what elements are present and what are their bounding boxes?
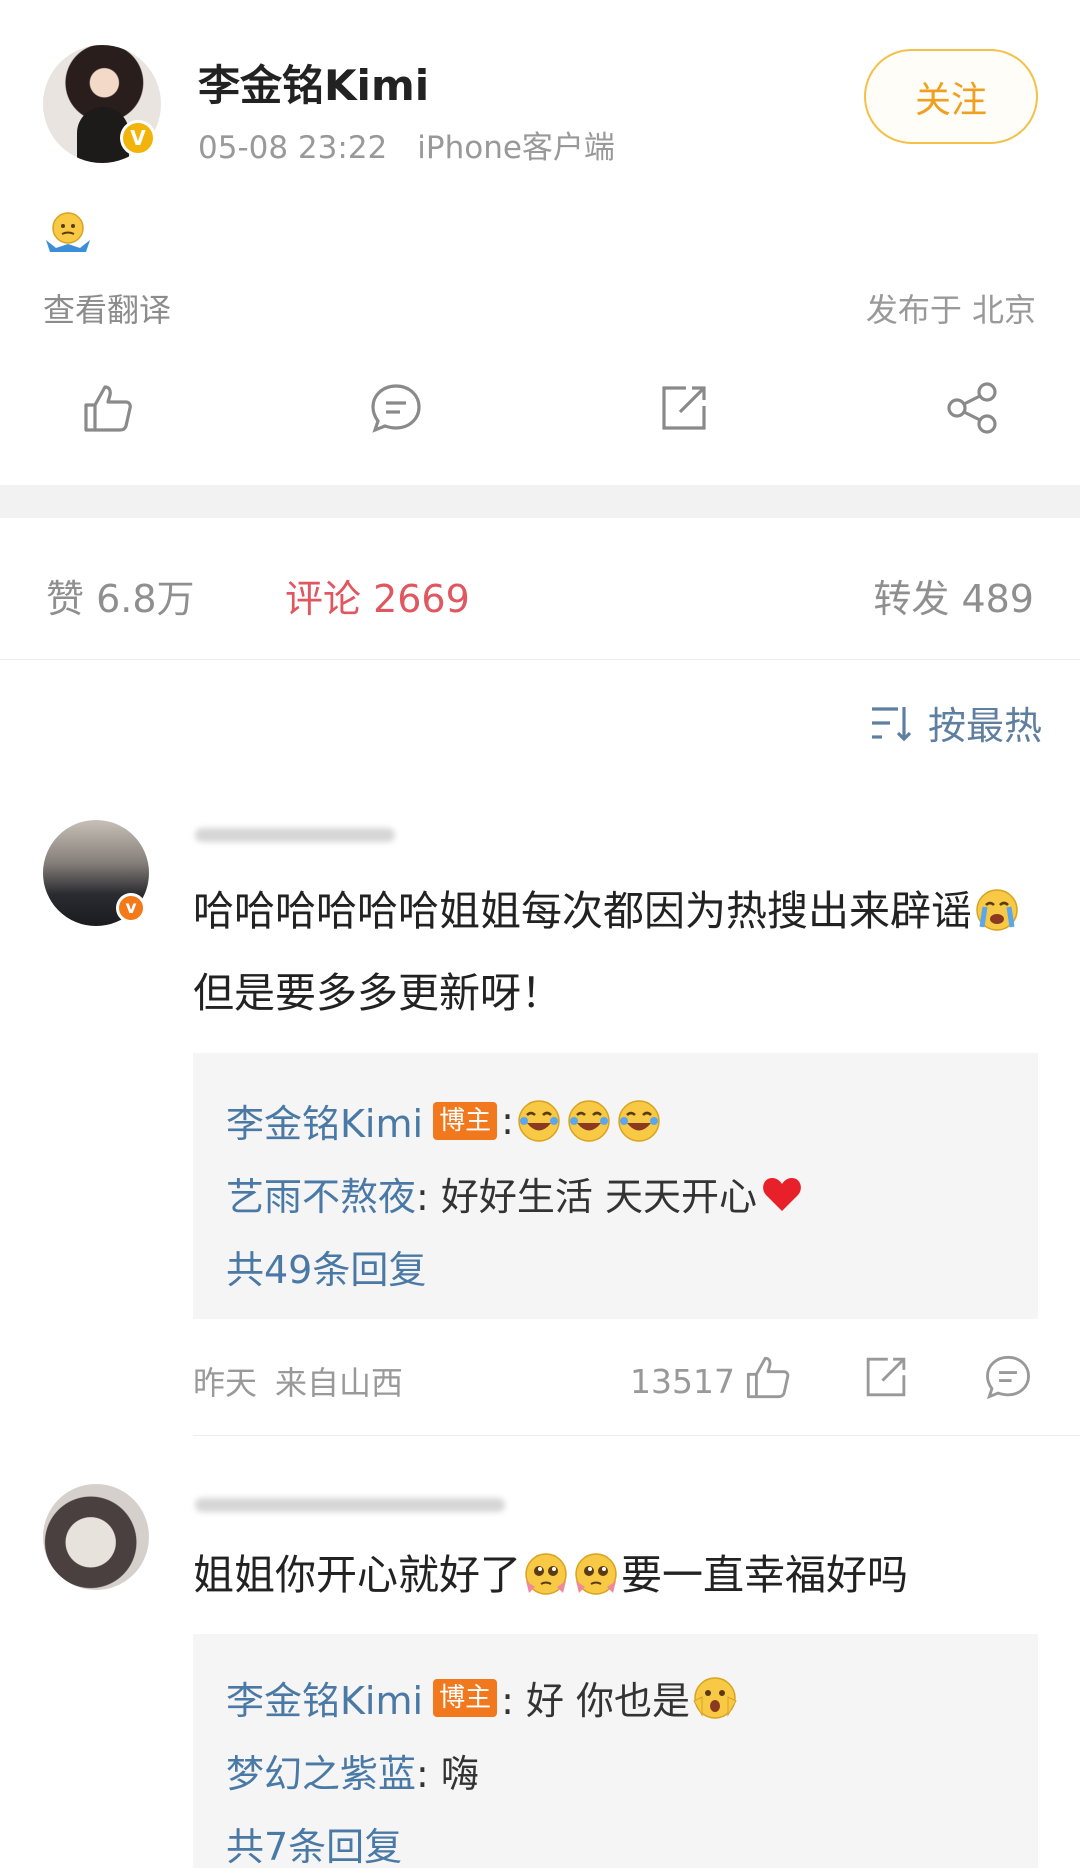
comment-icon[interactable]: [368, 380, 424, 436]
reply-item: 李金铭Kimi 博主 :: [226, 1093, 664, 1148]
tab-likes[interactable]: 赞 6.8万: [46, 568, 195, 623]
reply-text: :: [501, 1098, 514, 1143]
reply-item: 李金铭Kimi 博主 : 好 你也是: [226, 1670, 740, 1725]
heart-icon: [763, 1177, 801, 1211]
comment-footer: 昨天 来自山西 13517: [193, 1350, 1038, 1410]
reply-author[interactable]: 艺雨不熬夜: [226, 1166, 416, 1221]
comment-text: 哈哈哈哈哈哈姐姐每次都因为热搜出来辟谣 但是要多多更新呀！: [193, 870, 1043, 1034]
comment-text-part: 姐姐你开心就好了: [193, 1551, 521, 1599]
comment-location: 来自山西: [275, 1364, 404, 1402]
shrug-emoji-icon: [46, 212, 90, 252]
author-name[interactable]: 李金铭Kimi: [198, 52, 429, 113]
repost-icon[interactable]: [656, 380, 712, 436]
sort-button[interactable]: 按最热: [870, 695, 1042, 750]
laughing-emoji-icon: [518, 1099, 560, 1142]
follow-button[interactable]: 关注: [864, 49, 1038, 144]
sort-label: 按最热: [927, 704, 1042, 748]
owner-tag: 博主: [433, 1101, 498, 1140]
post-location: 发布于 北京: [865, 291, 1036, 329]
replies-box[interactable]: 李金铭Kimi 博主 : 好 你也是 梦幻之紫蓝 : 嗨 共7条回复: [193, 1634, 1038, 1868]
laughing-emoji-icon: [568, 1099, 610, 1142]
sort-icon: [871, 706, 912, 741]
like-count: 13517: [630, 1362, 735, 1401]
tab-reposts[interactable]: 转发 489: [873, 568, 1034, 623]
like-icon[interactable]: [80, 380, 136, 436]
comment-time: 昨天: [193, 1364, 258, 1402]
comment-text: 姐姐你开心就好了 要一直幸福好吗: [193, 1534, 1043, 1616]
divider: [193, 1435, 1080, 1436]
reply-item: 艺雨不熬夜 : 好好生活 天天开心: [226, 1166, 807, 1221]
comment-text-part: 哈哈哈哈哈哈姐姐每次都因为热搜出来辟谣: [193, 887, 972, 935]
post-meta: 05-08 23:22 iPhone客户端: [198, 122, 615, 167]
scared-emoji-icon: [693, 1676, 737, 1719]
repost-icon[interactable]: [861, 1352, 911, 1402]
translate-link[interactable]: 查看翻译: [43, 285, 171, 331]
section-gap: [0, 485, 1080, 518]
owner-tag: 博主: [433, 1678, 498, 1717]
more-replies-link[interactable]: 共49条回复: [226, 1239, 426, 1294]
reply-author[interactable]: 梦幻之紫蓝: [226, 1743, 416, 1798]
commenter-avatar[interactable]: [43, 1484, 149, 1590]
comment-text-part: 但是要多多更新呀！: [193, 969, 562, 1017]
reply-text: : 好好生活 天天开心: [416, 1175, 757, 1219]
share-icon[interactable]: [944, 380, 1000, 436]
commenter-name-blurred[interactable]: [195, 1498, 505, 1512]
replies-box[interactable]: 李金铭Kimi 博主 : 艺雨不熬夜 : 好好生活 天天开心 共49条回复: [193, 1053, 1038, 1319]
post-card: V 李金铭Kimi 05-08 23:22 iPhone客户端 关注 查看翻译 发…: [0, 0, 1080, 485]
pleading-emoji-icon: [575, 1553, 617, 1595]
post-time: 05-08 23:22: [198, 130, 388, 166]
stats-bar: 赞 6.8万 评论 2669 转发 489: [0, 518, 1080, 660]
comment-meta: 昨天 来自山西: [193, 1358, 403, 1404]
verified-badge-icon: v: [116, 893, 146, 923]
crying-emoji-icon: [976, 889, 1018, 931]
more-replies-link[interactable]: 共7条回复: [226, 1816, 402, 1868]
reply-author[interactable]: 李金铭Kimi: [226, 1670, 423, 1725]
laughing-emoji-icon: [618, 1099, 660, 1142]
like-icon[interactable]: [743, 1352, 793, 1402]
reply-text: : 好 你也是: [501, 1679, 691, 1723]
verified-badge-icon: V: [120, 120, 156, 156]
post-source: iPhone客户端: [417, 130, 615, 166]
tab-comments[interactable]: 评论 2669: [285, 568, 470, 623]
reply-text: : 嗨: [416, 1752, 479, 1796]
comment-text-part: 要一直幸福好吗: [621, 1551, 908, 1599]
reply-author[interactable]: 李金铭Kimi: [226, 1093, 423, 1148]
commenter-name-blurred[interactable]: [195, 828, 395, 842]
pleading-emoji-icon: [525, 1553, 567, 1595]
reply-item: 梦幻之紫蓝 : 嗨: [226, 1743, 479, 1798]
comment-icon[interactable]: [983, 1352, 1033, 1402]
